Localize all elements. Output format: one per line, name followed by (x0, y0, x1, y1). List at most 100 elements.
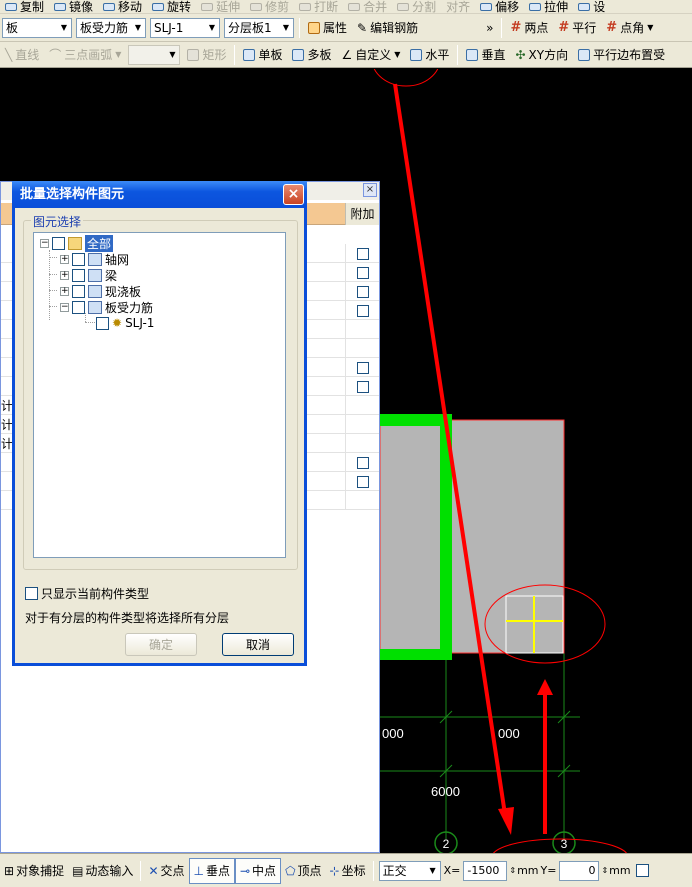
intersection-snap[interactable]: ✕ 交点 (144, 858, 188, 884)
x-coordinate-input[interactable]: -1500 (463, 860, 508, 881)
folder-icon (68, 236, 82, 250)
type-combo[interactable]: 板受力筋 ▼ (76, 17, 146, 38)
multi-slab-button[interactable]: 多板 (287, 42, 336, 67)
chevron-down-icon: ▼ (282, 23, 290, 32)
extend-icon (201, 2, 214, 11)
attach-checkbox[interactable] (356, 304, 369, 317)
only-current-label: 只显示当前构件类型 (41, 587, 150, 601)
dynamic-input-toggle[interactable]: ▤ 动态输入 (68, 858, 137, 884)
ok-button[interactable]: 确定 (125, 633, 197, 656)
overflow-label: » (486, 20, 494, 35)
draw-toolbar: ╲ 直线 ⌒ 三点画弧 ▼ ▼ 矩形 单板 多板 ∠ 自定义 ▼ 水平 垂直 ✣ XY方向 … (0, 42, 692, 68)
element-tree[interactable]: − 全部 + 轴网 + 梁 + 现浇板 − 板受力筋 ✹ SLJ-1 (33, 232, 286, 558)
spin-icon[interactable]: ⇕ (509, 866, 516, 875)
single-slab-button[interactable]: 单板 (238, 42, 287, 67)
split-button[interactable]: 分割 (392, 0, 441, 13)
single-slab-icon (243, 48, 256, 61)
attach-checkbox[interactable] (356, 266, 369, 279)
tree-checkbox-beam[interactable] (72, 268, 85, 282)
parallel-edge-button[interactable]: 平行边布置受 (573, 42, 670, 67)
beam-bottom[interactable] (380, 649, 452, 660)
object-snap-toggle[interactable]: ⊞ 对象捕捉 (0, 858, 68, 884)
rect-button[interactable]: 矩形 (182, 42, 231, 67)
expand-icon[interactable]: + (60, 270, 69, 280)
coordinate-snap[interactable]: ⊹ 坐标 (326, 858, 370, 884)
align-button[interactable]: 对齐 (441, 0, 475, 13)
layer-combo[interactable]: 分层板1 ▼ (224, 17, 294, 38)
only-current-checkbox[interactable] (25, 587, 38, 600)
tree-node-beam[interactable]: + 梁 (60, 267, 117, 283)
intersection-label: 交点 (160, 864, 185, 878)
y-coordinate-input[interactable]: 0 (559, 860, 600, 881)
only-current-type-option[interactable]: 只显示当前构件类型 (25, 585, 149, 602)
merge-button[interactable]: 合并 (343, 0, 392, 13)
stretch-button[interactable]: 拉伸 (524, 0, 573, 13)
break-button[interactable]: 打断 (294, 0, 343, 13)
tree-node-slab-rebar[interactable]: − 板受力筋 (60, 299, 153, 315)
attach-checkbox[interactable] (356, 361, 369, 374)
chevron-down-icon: ▼ (208, 23, 216, 32)
dialog-titlebar[interactable]: 批量选择构件图元 × (12, 181, 307, 208)
properties-button[interactable]: 属性 (303, 14, 352, 41)
point-angle-label: 点角 (620, 21, 645, 35)
collapse-icon[interactable]: − (40, 238, 49, 248)
name-combo[interactable]: SLJ-1 ▼ (150, 17, 220, 38)
point-angle-button[interactable]: # 点角 ▼ (601, 14, 658, 41)
collapse-icon[interactable]: − (60, 302, 69, 312)
attach-checkbox[interactable] (356, 456, 369, 469)
two-points-label: 两点 (524, 21, 549, 35)
spin-icon[interactable]: ⇕ (601, 866, 608, 875)
separator (457, 44, 459, 65)
xy-direction-icon: ✣ (515, 47, 526, 62)
trim-button[interactable]: 修剪 (245, 0, 294, 13)
attach-checkbox[interactable] (356, 247, 369, 260)
dialog-close-button[interactable]: × (283, 184, 304, 205)
attach-checkbox[interactable] (356, 475, 369, 488)
offset-button[interactable]: 偏移 (475, 0, 524, 13)
xy-direction-button[interactable]: ✣ XY方向 (510, 42, 573, 67)
tree-checkbox-cast-slab[interactable] (72, 284, 85, 298)
tree-node-slj-1[interactable]: ✹ SLJ-1 (96, 315, 154, 331)
panel-close-button[interactable]: × (363, 183, 377, 197)
component-combo[interactable]: 板 ▼ (2, 17, 72, 38)
arc-option-combo[interactable]: ▼ (128, 44, 181, 65)
tree-checkbox-slab-rebar[interactable] (72, 300, 85, 314)
tree-node-axis-grid[interactable]: + 轴网 (60, 251, 129, 267)
horizontal-button[interactable]: 水平 (405, 42, 454, 67)
attach-checkbox[interactable] (356, 285, 369, 298)
copy-button[interactable]: 复制 (0, 0, 49, 13)
mirror-button[interactable]: 镜像 (49, 0, 98, 13)
separator (299, 17, 300, 38)
midpoint-snap[interactable]: ⊸ 中点 (234, 857, 282, 884)
settings-button[interactable]: 设 (573, 0, 610, 13)
grid-icon (88, 252, 102, 266)
two-points-button[interactable]: # 两点 (505, 14, 553, 41)
arc-button[interactable]: ⌒ 三点画弧 ▼ (44, 42, 126, 67)
dim-text-mid: 000 (498, 726, 520, 741)
chevron-down-icon: ▼ (134, 23, 142, 32)
move-button[interactable]: 移动 (98, 0, 147, 13)
vertex-snap[interactable]: ⬠ 顶点 (281, 858, 325, 884)
rotate-button[interactable]: 旋转 (147, 0, 196, 13)
beam-icon (88, 268, 102, 282)
expand-icon[interactable]: + (60, 286, 69, 296)
cancel-button[interactable]: 取消 (222, 633, 294, 656)
tree-node-all[interactable]: − 全部 (40, 234, 114, 252)
vertical-button[interactable]: 垂直 (461, 42, 510, 67)
parallel-button[interactable]: # 平行 (553, 14, 601, 41)
tree-checkbox-all[interactable] (52, 236, 65, 250)
edit-rebar-button[interactable]: ✎ 编辑钢筋 (352, 14, 423, 41)
tree-checkbox-slj-1[interactable] (96, 316, 109, 330)
expand-icon[interactable]: + (60, 254, 69, 264)
ortho-combo[interactable]: 正交 ▼ (378, 860, 441, 881)
attach-checkbox[interactable] (356, 380, 369, 393)
line-button[interactable]: ╲ 直线 (0, 42, 44, 67)
extend-button[interactable]: 延伸 (196, 0, 245, 13)
custom-button[interactable]: ∠ 自定义 ▼ (336, 42, 405, 67)
perpendicular-snap[interactable]: ⊥ 垂点 (188, 857, 235, 884)
overflow-button[interactable]: » (481, 14, 498, 41)
move-icon (103, 2, 116, 11)
tree-node-cast-slab[interactable]: + 现浇板 (60, 283, 141, 299)
status-checkbox[interactable] (635, 864, 649, 877)
tree-checkbox-axis-grid[interactable] (72, 252, 85, 266)
